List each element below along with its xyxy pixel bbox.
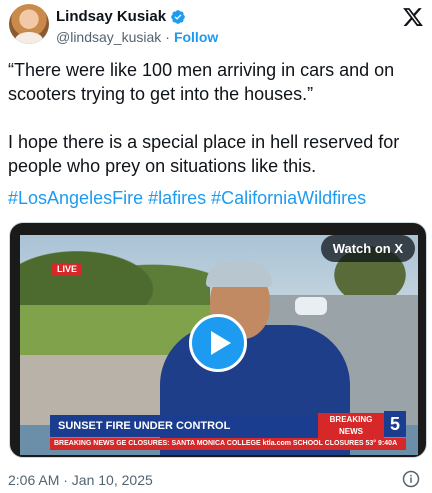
avatar[interactable] bbox=[9, 4, 49, 44]
hashtag-link[interactable]: #lafires bbox=[148, 188, 206, 208]
author-handle[interactable]: @lindsay_kusiak bbox=[56, 29, 161, 45]
author-name[interactable]: Lindsay Kusiak bbox=[56, 8, 166, 25]
watch-on-x-button[interactable]: Watch on X bbox=[320, 235, 415, 262]
handle-row: @lindsay_kusiak · Follow bbox=[56, 29, 218, 45]
news-ticker: BREAKING NEWS GE CLOSURES: SANTA MONICA … bbox=[50, 438, 406, 450]
verified-badge-icon bbox=[171, 9, 185, 24]
video-player[interactable]: LIVE SUNSET FIRE UNDER CONTROL BREAKING … bbox=[9, 222, 427, 458]
tweet-body: “There were like 100 men arriving in car… bbox=[8, 58, 424, 178]
news-label: NEWS bbox=[339, 427, 363, 436]
tweet-paragraph: “There were like 100 men arriving in car… bbox=[8, 60, 395, 104]
tweet-paragraph: I hope there is a special place in hell … bbox=[8, 132, 400, 176]
channel-logo: 5 bbox=[384, 411, 406, 437]
author-name-row: Lindsay Kusiak bbox=[56, 8, 186, 25]
hashtag-link[interactable]: #CaliforniaWildfires bbox=[211, 188, 366, 208]
timestamp[interactable]: 2:06 AM · Jan 10, 2025 bbox=[8, 472, 153, 488]
breaking-news-badge: BREAKING NEWS bbox=[318, 413, 384, 439]
follow-button[interactable]: Follow bbox=[174, 29, 218, 45]
play-icon[interactable] bbox=[189, 314, 247, 372]
hashtag-link[interactable]: #LosAngelesFire bbox=[8, 188, 143, 208]
info-icon[interactable] bbox=[402, 470, 420, 488]
x-logo-icon[interactable] bbox=[402, 6, 424, 28]
separator-dot: · bbox=[165, 29, 170, 45]
live-badge: LIVE bbox=[52, 263, 83, 275]
car-image bbox=[295, 297, 327, 315]
breaking-label: BREAKING bbox=[329, 415, 373, 424]
hashtag-list: #LosAngelesFire #lafires #CaliforniaWildfi… bbox=[8, 186, 371, 210]
tweet-footer: 2:06 AM · Jan 10, 2025 bbox=[8, 470, 424, 490]
tweet-header: Lindsay Kusiak @lindsay_kusiak · Follow bbox=[8, 4, 424, 50]
